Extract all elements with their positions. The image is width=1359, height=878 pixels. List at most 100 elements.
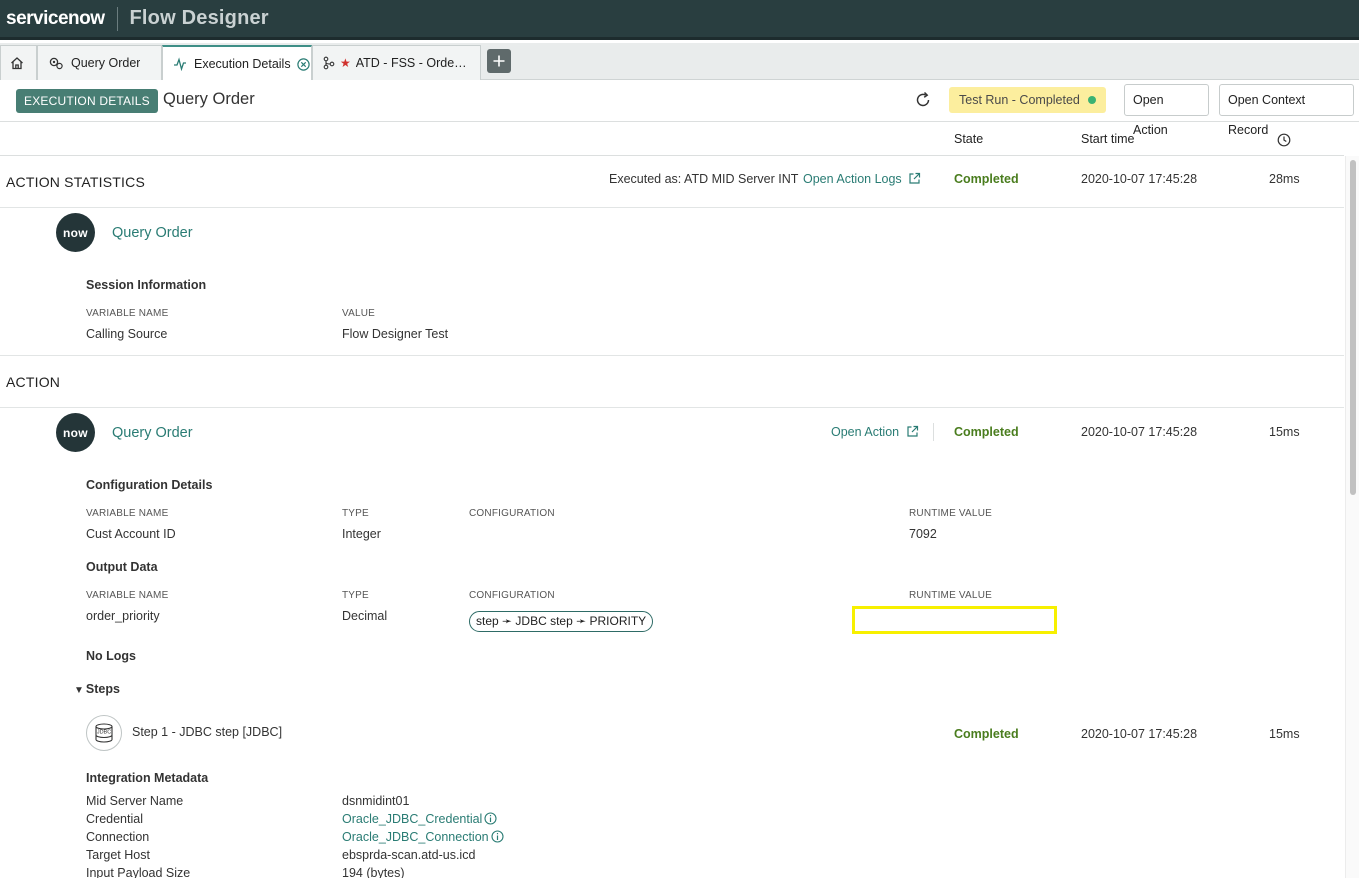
action-start-time: 2020-10-07 17:45:28 xyxy=(1081,425,1198,439)
no-logs-label: No Logs xyxy=(86,649,136,663)
scrollbar-thumb[interactable] xyxy=(1350,160,1356,495)
action-duration: 15ms xyxy=(1269,425,1300,439)
credential-link[interactable]: Oracle_JDBC_Credential xyxy=(342,812,482,826)
open-context-record-button[interactable]: Open Context Record xyxy=(1219,84,1354,137)
page-title: Query Order xyxy=(163,90,255,108)
output-variable-name: order_priority xyxy=(86,609,160,623)
start-time-column-header: Start time xyxy=(1081,132,1135,146)
servicenow-logo[interactable]: servicenow xyxy=(6,8,105,30)
page-header: EXECUTION DETAILS Query Order Test Run -… xyxy=(0,80,1359,137)
metadata-label: Target Host xyxy=(86,848,150,862)
configuration-details-heading: Configuration Details xyxy=(86,478,213,492)
action-name-link[interactable]: Query Order xyxy=(112,425,193,441)
variable-name-caption: VARIABLE NAME xyxy=(86,590,169,601)
execution-details-badge: EXECUTION DETAILS xyxy=(16,89,158,113)
step-duration: 15ms xyxy=(1269,727,1300,741)
config-variable-type: Integer xyxy=(342,527,381,541)
test-run-status-badge: Test Run - Completed xyxy=(949,87,1106,113)
duration-clock-icon xyxy=(1277,133,1291,147)
session-information-heading: Session Information xyxy=(86,278,207,292)
runtime-value-highlight xyxy=(852,606,1057,634)
action-statistics-duration: 28ms xyxy=(1269,172,1300,186)
add-tab-button[interactable] xyxy=(487,49,511,73)
executed-as-text: Executed as: ATD MID Server INT xyxy=(609,172,799,186)
variable-name-caption: VARIABLE NAME xyxy=(86,308,169,319)
connection-link[interactable]: Oracle_JDBC_Connection xyxy=(342,830,489,844)
flow-icon xyxy=(323,56,335,70)
steps-toggle[interactable]: ▼ Steps xyxy=(74,682,120,696)
config-runtime-value: 7092 xyxy=(909,527,937,541)
divider xyxy=(0,355,1344,356)
close-tab-icon[interactable] xyxy=(296,57,310,71)
home-tab[interactable] xyxy=(0,45,37,80)
configuration-caption: CONFIGURATION xyxy=(469,508,555,519)
type-caption: TYPE xyxy=(342,508,369,519)
metadata-label: Input Payload Size xyxy=(86,866,191,878)
tab-label: ATD - FSS - Orde… xyxy=(355,56,467,70)
app-title: Flow Designer xyxy=(129,7,269,29)
header-divider xyxy=(116,6,118,31)
tab-label: Execution Details xyxy=(194,57,291,71)
session-variable-name: Calling Source xyxy=(86,327,168,341)
action-statistics-state: Completed xyxy=(954,172,1019,186)
action-state: Completed xyxy=(954,425,1019,439)
home-icon xyxy=(11,57,23,70)
action-gears-icon xyxy=(49,57,63,70)
info-icon[interactable] xyxy=(484,812,497,825)
connection-item: Oracle_JDBC_Connection xyxy=(342,830,504,844)
action-statistics-heading: ACTION STATISTICS xyxy=(6,174,145,190)
output-data-heading: Output Data xyxy=(86,560,158,574)
app-header: servicenow Flow Designer xyxy=(0,0,1359,40)
metadata-label: Credential xyxy=(86,812,143,826)
config-variable-name: Cust Account ID xyxy=(86,527,176,541)
tab-label: Query Order xyxy=(71,56,141,70)
metadata-label: Mid Server Name xyxy=(86,794,184,808)
step-name[interactable]: Step 1 - JDBC step [JDBC] xyxy=(132,725,282,739)
action-statistics-name-link[interactable]: Query Order xyxy=(112,225,193,241)
jdbc-step-icon: JDBC xyxy=(86,715,122,751)
plus-icon xyxy=(493,55,505,67)
variable-name-caption: VARIABLE NAME xyxy=(86,508,169,519)
info-icon[interactable] xyxy=(491,830,504,843)
unsaved-star-icon: ★ xyxy=(340,56,351,70)
vertical-scrollbar[interactable] xyxy=(1345,156,1359,878)
tab-atd-fss-order[interactable]: ★ ATD - FSS - Orde… xyxy=(312,45,481,80)
integration-metadata-heading: Integration Metadata xyxy=(86,771,209,785)
state-column-header: State xyxy=(954,132,984,146)
runtime-value-caption: RUNTIME VALUE xyxy=(909,508,992,519)
configuration-caption: CONFIGURATION xyxy=(469,590,555,601)
external-link-icon xyxy=(906,425,918,437)
target-host-value: ebsprda-scan.atd-us.icd xyxy=(342,848,476,862)
tab-bar: Query Order Execution Details ★ ATD - FS… xyxy=(0,43,1359,81)
link-label: Open Action xyxy=(831,425,900,439)
database-icon: JDBC xyxy=(95,723,113,743)
divider xyxy=(0,407,1344,408)
refresh-icon[interactable] xyxy=(913,90,933,110)
external-link-icon xyxy=(909,172,921,184)
now-logo: now xyxy=(56,213,95,252)
mid-server-link[interactable]: dsnmidint01 xyxy=(342,794,409,808)
tab-execution-details[interactable]: Execution Details xyxy=(162,45,312,81)
now-logo: now xyxy=(56,413,95,452)
value-caption: VALUE xyxy=(342,308,376,319)
step-state: Completed xyxy=(954,727,1019,741)
metadata-label: Connection xyxy=(86,830,150,844)
column-header-row: State Start time xyxy=(0,122,1344,156)
session-variable-value: Flow Designer Test xyxy=(342,327,449,341)
open-action-button[interactable]: Open Action xyxy=(1124,84,1209,137)
step-start-time: 2020-10-07 17:45:28 xyxy=(1081,727,1198,741)
status-text: Test Run - Completed xyxy=(959,93,1080,107)
steps-heading: Steps xyxy=(85,682,120,696)
output-variable-type: Decimal xyxy=(342,609,388,623)
tab-query-order[interactable]: Query Order xyxy=(37,45,162,80)
data-pill[interactable]: step ➛ JDBC step ➛ PRIORITY xyxy=(469,611,654,632)
action-heading: ACTION xyxy=(6,374,61,390)
open-action-link[interactable]: Open Action xyxy=(831,425,919,439)
credential-item: Oracle_JDBC_Credential xyxy=(342,812,497,826)
runtime-value-caption: RUNTIME VALUE xyxy=(909,590,992,601)
divider xyxy=(0,207,1344,208)
divider xyxy=(933,423,934,441)
caret-down-icon: ▼ xyxy=(74,685,84,696)
activity-icon xyxy=(174,57,186,71)
open-action-logs-link[interactable]: Open Action Logs xyxy=(803,172,921,186)
